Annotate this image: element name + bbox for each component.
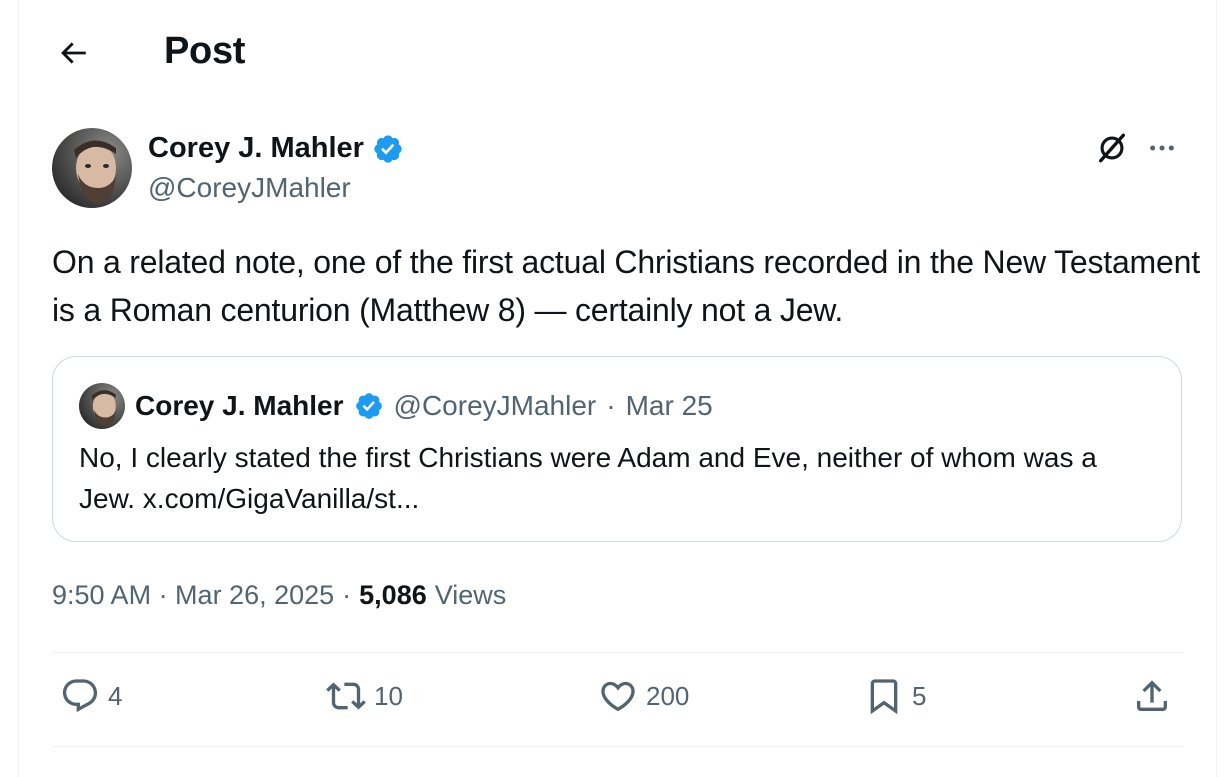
post-header: Post bbox=[0, 0, 1216, 106]
divider bbox=[52, 652, 1184, 653]
back-button[interactable] bbox=[52, 32, 94, 74]
repost-icon bbox=[326, 682, 366, 710]
verified-badge-icon bbox=[355, 393, 382, 419]
verified-badge-icon bbox=[374, 134, 402, 163]
more-options-button[interactable] bbox=[1140, 128, 1184, 168]
quoted-display-name: Corey J. Mahler bbox=[135, 390, 344, 421]
separator-dot: · bbox=[606, 390, 616, 421]
arrow-left-icon bbox=[61, 42, 86, 64]
views-count: 5,086 bbox=[359, 580, 427, 610]
right-column-border bbox=[1216, 0, 1217, 777]
author-display-name[interactable]: Corey J. Mahler bbox=[148, 132, 364, 165]
post-timestamp[interactable]: 9:50 AM · Mar 26, 2025 bbox=[52, 580, 334, 611]
like-count: 200 bbox=[646, 680, 690, 711]
separator-dot: · bbox=[342, 580, 352, 610]
share-button[interactable] bbox=[1132, 676, 1172, 716]
reply-icon bbox=[62, 679, 98, 713]
views-label: Views bbox=[434, 580, 507, 610]
grok-icon bbox=[1098, 133, 1126, 163]
author-handle[interactable]: @CoreyJMahler bbox=[148, 172, 351, 204]
left-column-border bbox=[18, 0, 19, 777]
post-text: On a related note, one of the first actu… bbox=[52, 244, 1200, 328]
like-button[interactable]: 200 bbox=[598, 676, 689, 716]
bookmark-button[interactable]: 5 bbox=[864, 676, 926, 716]
repost-button[interactable]: 10 bbox=[326, 676, 403, 716]
share-icon bbox=[1137, 680, 1167, 711]
bookmark-count: 5 bbox=[912, 680, 927, 711]
page-title: Post bbox=[164, 30, 246, 72]
grok-button[interactable] bbox=[1092, 128, 1132, 168]
reply-button[interactable]: 4 bbox=[60, 676, 122, 716]
more-horizontal-icon bbox=[1150, 145, 1174, 151]
post-author: Corey J. Mahler @CoreyJMahler bbox=[52, 128, 1192, 212]
quoted-text: No, I clearly stated the first Christian… bbox=[79, 442, 1097, 514]
divider bbox=[52, 746, 1184, 747]
avatar[interactable] bbox=[52, 128, 132, 208]
post-meta: 9:50 AM · Mar 26, 2025 · 5,086 Views bbox=[52, 580, 506, 611]
bookmark-icon bbox=[870, 679, 898, 715]
heart-icon bbox=[601, 681, 635, 712]
quoted-avatar[interactable] bbox=[79, 383, 125, 429]
repost-count: 10 bbox=[374, 680, 403, 711]
quoted-post[interactable]: Corey J. Mahler @CoreyJMahler · Mar 25 N… bbox=[52, 356, 1182, 542]
quoted-date: Mar 25 bbox=[625, 390, 713, 421]
quoted-handle: @CoreyJMahler bbox=[393, 390, 597, 421]
reply-count: 4 bbox=[108, 680, 123, 711]
